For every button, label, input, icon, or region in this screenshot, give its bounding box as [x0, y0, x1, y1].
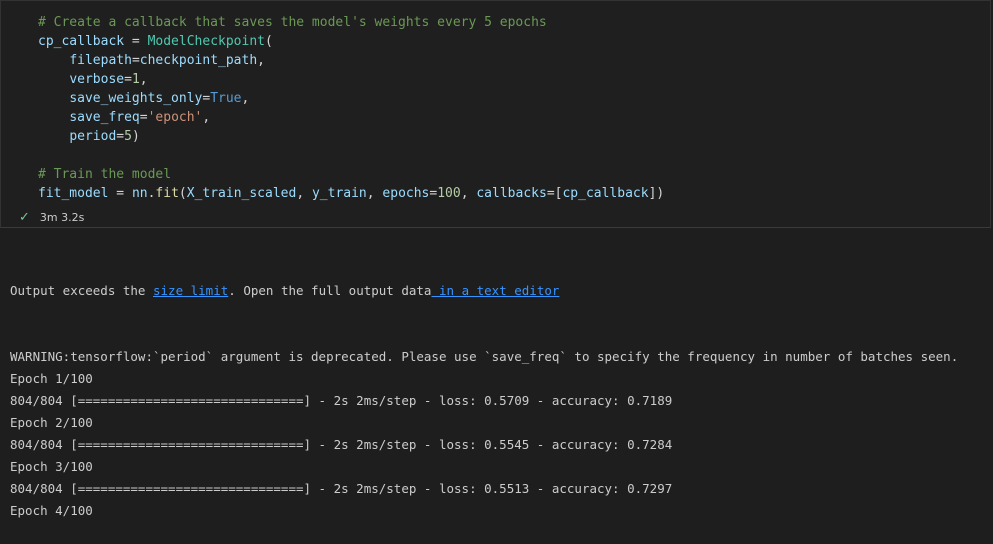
code-token: (: [264, 34, 273, 49]
code-line[interactable]: filepath=checkpoint_path,: [38, 51, 664, 70]
code-token: ,: [202, 110, 211, 125]
notice-text: Output exceeds the: [10, 283, 153, 298]
code-token: ,: [139, 72, 148, 87]
output-line: Epoch 2/100: [10, 415, 93, 430]
code-token: epochs: [382, 186, 430, 201]
output-truncation-notice: Output exceeds the size limit. Open the …: [10, 280, 958, 302]
code-token: ModelCheckpoint: [147, 34, 265, 49]
code-token: callbacks: [476, 186, 547, 201]
code-token: =: [108, 186, 132, 201]
code-token: 'epoch': [147, 110, 203, 125]
code-token: =: [124, 72, 132, 87]
code-token: cp_callback: [562, 186, 649, 201]
code-token: fit_model: [38, 186, 109, 201]
code-token: 100: [437, 186, 461, 201]
code-token: ,: [241, 91, 250, 106]
notice-text: . Open the full output data: [228, 283, 432, 298]
output-line: Epoch 3/100: [10, 459, 93, 474]
code-line[interactable]: # Train the model: [38, 165, 664, 184]
code-token: True: [210, 91, 242, 106]
output-line: 804/804 [==============================]…: [10, 437, 673, 452]
code-token: =: [139, 110, 148, 125]
code-token: verbose: [69, 72, 125, 87]
code-token: ): [131, 129, 140, 144]
output-line: Epoch 4/100: [10, 503, 93, 518]
code-token: filepath: [69, 53, 132, 68]
code-line[interactable]: verbose=1,: [38, 70, 664, 89]
code-token: 5: [124, 129, 132, 144]
code-token: 1: [131, 72, 140, 87]
code-token: # Train the model: [38, 167, 172, 182]
size-limit-link[interactable]: size limit: [153, 283, 228, 298]
code-token: ,: [257, 53, 265, 68]
code-line[interactable]: fit_model = nn.fit(X_train_scaled, y_tra…: [38, 184, 664, 203]
code-token: fit: [155, 186, 179, 201]
code-line[interactable]: period=5): [38, 127, 664, 146]
output-line: 804/804 [==============================]…: [10, 481, 673, 496]
code-token: save_weights_only: [69, 91, 203, 106]
code-cell[interactable]: # Create a callback that saves the model…: [0, 0, 991, 228]
code-token: ,: [460, 186, 477, 201]
code-token: nn: [131, 186, 148, 201]
code-token: X_train_scaled: [186, 186, 297, 201]
code-token: ,: [296, 186, 312, 201]
check-icon: ✓: [19, 210, 30, 225]
execution-status: ✓ 3m 3.2s: [19, 210, 84, 225]
execution-time: 3m 3.2s: [39, 211, 85, 224]
code-token: cp_callback: [38, 34, 125, 49]
code-token: y_train: [311, 186, 367, 201]
code-token: =[: [546, 186, 563, 201]
code-token: =: [116, 129, 125, 144]
code-token: =: [131, 53, 140, 68]
open-in-text-editor-link[interactable]: in a text editor: [431, 283, 559, 298]
code-token: ]): [648, 186, 665, 201]
code-line[interactable]: # Create a callback that saves the model…: [38, 13, 664, 32]
code-token: =: [124, 34, 148, 49]
output-line: 804/804 [==============================]…: [10, 393, 673, 408]
cell-output: Output exceeds the size limit. Open the …: [10, 236, 958, 544]
code-line[interactable]: [38, 146, 664, 165]
output-line: Epoch 1/100: [10, 371, 93, 386]
code-line[interactable]: cp_callback = ModelCheckpoint(: [38, 32, 664, 51]
code-token: period: [69, 129, 117, 144]
code-token: ,: [366, 186, 383, 201]
output-line: WARNING:tensorflow:`period` argument is …: [10, 349, 959, 364]
code-token: save_freq: [69, 110, 140, 125]
code-token: # Create a callback that saves the model…: [38, 15, 547, 30]
code-line[interactable]: save_weights_only=True,: [38, 89, 664, 108]
code-line[interactable]: save_freq='epoch',: [38, 108, 664, 127]
code-token: (: [178, 186, 187, 201]
code-token: checkpoint_path: [139, 53, 258, 68]
code-editor[interactable]: # Create a callback that saves the model…: [38, 13, 664, 203]
